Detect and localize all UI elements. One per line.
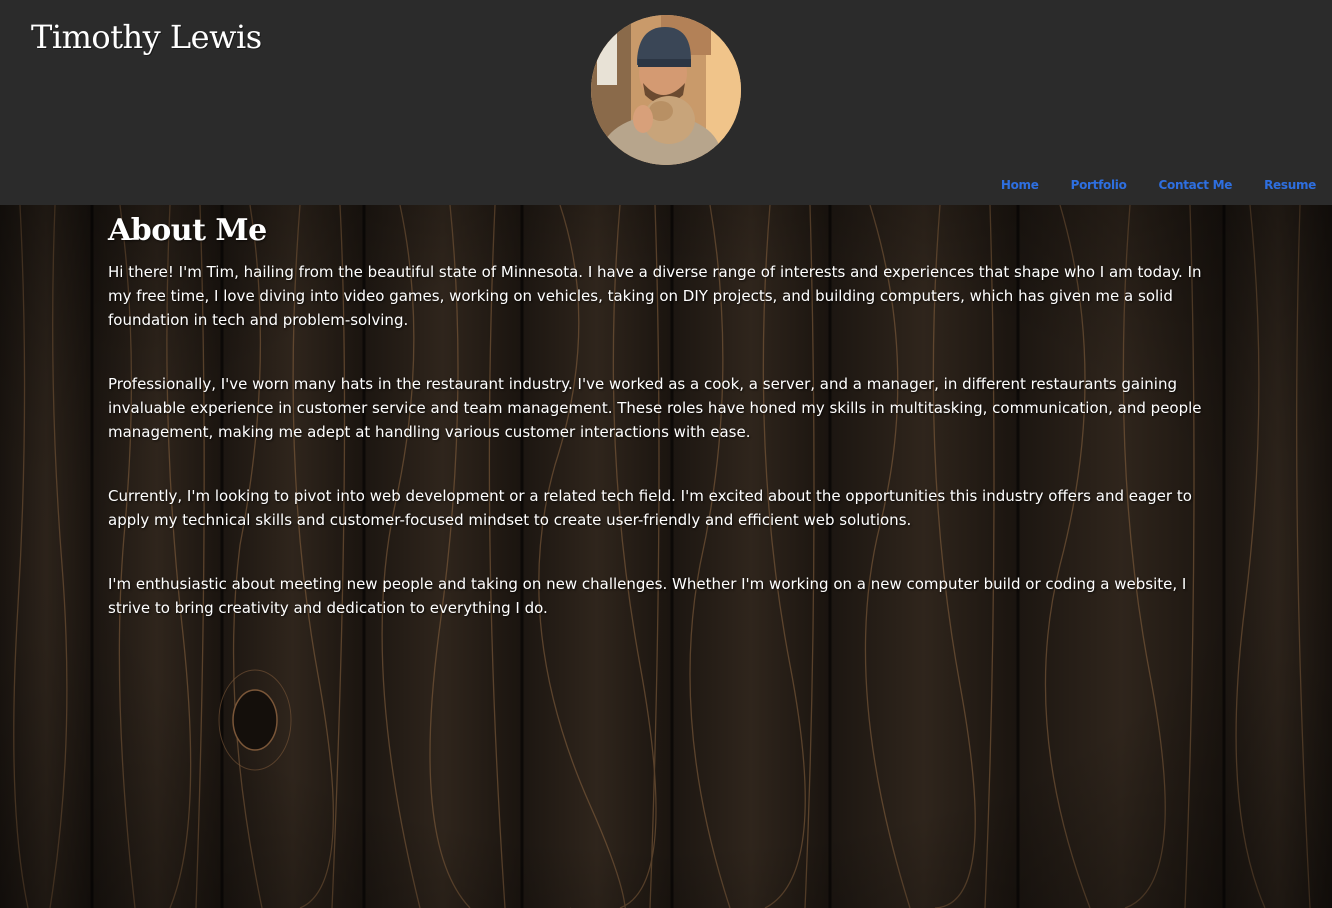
profile-photo-image	[591, 15, 741, 165]
about-heading: About Me	[108, 213, 267, 248]
nav-home-link[interactable]: Home	[1001, 178, 1039, 192]
main-nav: Home Portfolio Contact Me Resume	[969, 178, 1316, 192]
nav-contact-link[interactable]: Contact Me	[1159, 178, 1233, 192]
about-paragraph: I'm enthusiastic about meeting new peopl…	[108, 575, 1187, 617]
page: Timothy Lewis Home Portfolio Contact Me …	[0, 0, 1332, 908]
about-paragraph: Currently, I'm looking to pivot into web…	[108, 487, 1192, 529]
nav-portfolio-link[interactable]: Portfolio	[1071, 178, 1127, 192]
about-paragraph: Professionally, I've worn many hats in t…	[108, 375, 1202, 441]
site-title: Timothy Lewis	[31, 18, 262, 56]
nav-resume-link[interactable]: Resume	[1264, 178, 1316, 192]
about-content: About Me Hi there! I'm Tim, hailing from…	[108, 213, 1228, 660]
about-paragraph: Hi there! I'm Tim, hailing from the beau…	[108, 263, 1202, 329]
about-section: About Me Hi there! I'm Tim, hailing from…	[0, 205, 1332, 908]
avatar	[591, 15, 741, 165]
site-header: Timothy Lewis Home Portfolio Contact Me …	[0, 0, 1332, 205]
